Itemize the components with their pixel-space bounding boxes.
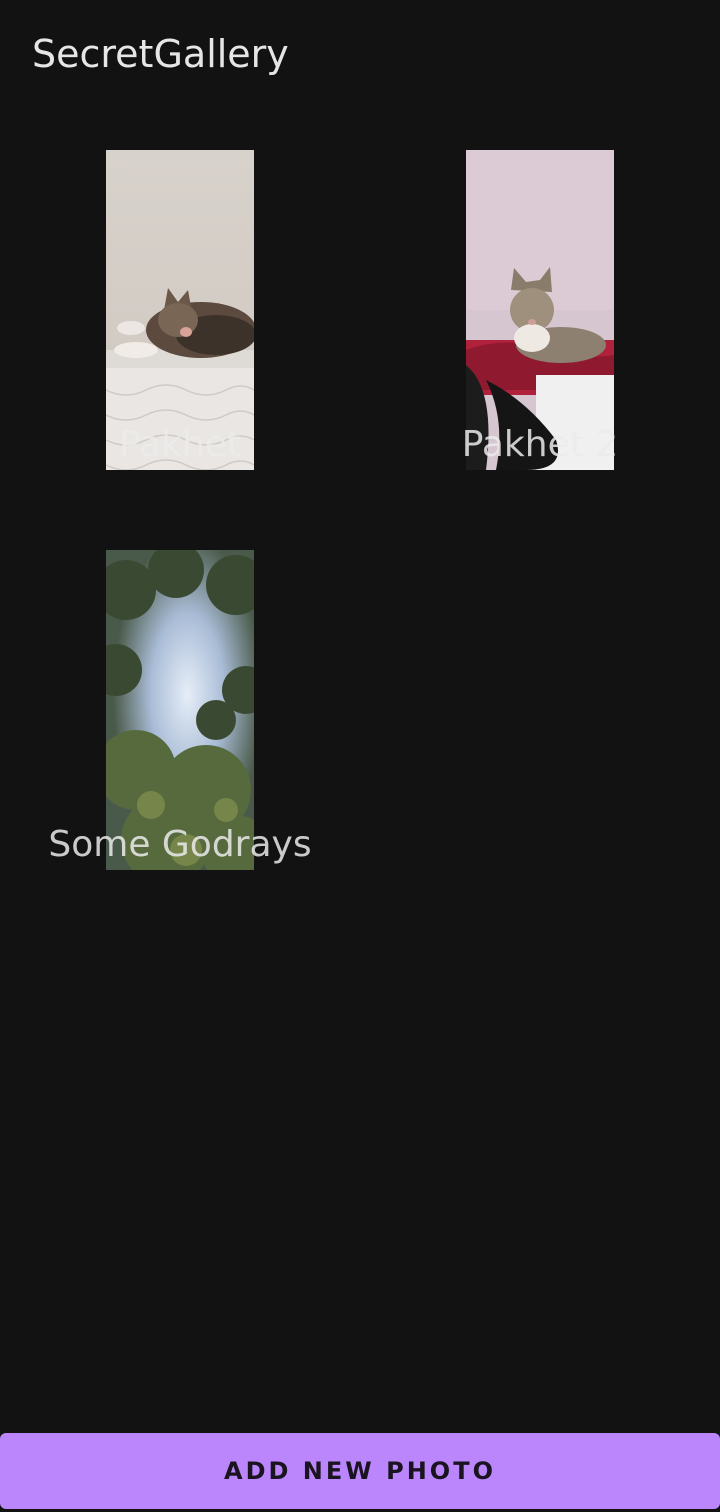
cat-photo-icon: [106, 150, 254, 470]
cat-photo-icon: [466, 150, 614, 470]
photo-caption: Some Godrays: [48, 824, 312, 865]
gallery-item-some-godrays[interactable]: Some Godrays: [0, 550, 360, 870]
app-title: SecretGallery: [32, 32, 289, 76]
gallery-item-pakhet-2[interactable]: Pakhet 2: [360, 150, 720, 470]
photo-caption: Pakhet: [118, 424, 242, 465]
gallery-item-pakhet[interactable]: Pakhet: [0, 150, 360, 470]
photo-thumbnail[interactable]: [466, 150, 614, 470]
photo-thumbnail[interactable]: [106, 550, 254, 870]
photo-caption: Pakhet 2: [461, 424, 619, 465]
app-screen: SecretGallery Pakhet Pakhet 2 Some Godra…: [0, 0, 720, 1512]
tree-photo-icon: [106, 550, 254, 870]
photo-thumbnail[interactable]: [106, 150, 254, 470]
add-new-photo-button[interactable]: ADD NEW PHOTO: [0, 1433, 720, 1509]
